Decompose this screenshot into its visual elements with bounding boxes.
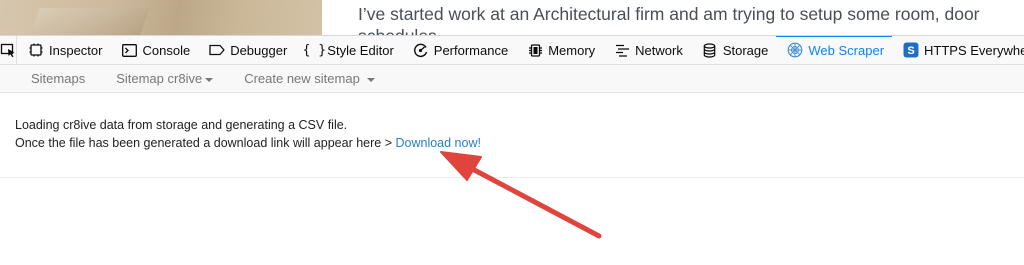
tab-console[interactable]: Console [110, 36, 198, 64]
tab-performance[interactable]: Performance [402, 36, 516, 64]
network-icon [614, 42, 630, 58]
nav-sitemaps[interactable]: Sitemaps [31, 71, 85, 86]
webpage-content: I’ve started work at an Architectural fi… [0, 0, 1024, 35]
download-now-link[interactable]: Download now! [395, 136, 480, 150]
tab-inspector[interactable]: Inspector [17, 36, 110, 64]
tab-storage-label: Storage [722, 42, 769, 58]
tab-web-scraper[interactable]: Web Scraper [776, 36, 892, 64]
style-editor-icon: { } [302, 42, 327, 58]
page-photo [0, 0, 322, 35]
svg-text:S: S [907, 45, 914, 57]
tab-web-scraper-label: Web Scraper [808, 42, 885, 58]
devtools-toolbar: Inspector Console Debugger { } Style Edi… [0, 35, 1024, 65]
tab-debugger-label: Debugger [230, 42, 288, 58]
export-status-message: Loading cr8ive data from storage and gen… [15, 116, 481, 152]
performance-icon [413, 42, 429, 58]
page-paragraph-continued: schedules [358, 26, 437, 35]
tab-network[interactable]: Network [603, 36, 691, 64]
nav-create-sitemap-label: Create new sitemap [244, 71, 360, 86]
nav-sitemap-dropdown[interactable]: Sitemap cr8ive [116, 71, 214, 86]
tab-style-editor-label: Style Editor [327, 42, 394, 58]
web-scraper-nav: Sitemaps Sitemap cr8ive Create new sitem… [0, 65, 1024, 93]
tab-inspector-label: Inspector [49, 42, 103, 58]
storage-icon [702, 42, 718, 58]
tab-style-editor[interactable]: { } Style Editor [295, 36, 401, 64]
chevron-down-icon [205, 77, 214, 82]
tab-memory-label: Memory [548, 42, 596, 58]
memory-icon [527, 42, 543, 58]
tab-debugger[interactable]: Debugger [198, 36, 295, 64]
status-line-2: Once the file has been generated a downl… [15, 134, 481, 152]
tab-console-label: Console [142, 42, 191, 58]
debugger-icon [209, 42, 225, 58]
console-icon [121, 42, 137, 58]
element-picker-button[interactable] [0, 36, 17, 64]
nav-sitemap-label: Sitemap cr8ive [116, 71, 203, 86]
chevron-down-icon [366, 77, 375, 82]
tab-performance-label: Performance [433, 42, 509, 58]
web-scraper-icon [787, 42, 803, 58]
tab-storage[interactable]: Storage [691, 36, 777, 64]
tab-memory[interactable]: Memory [516, 36, 603, 64]
page-paragraph: I’ve started work at an Architectural fi… [358, 4, 980, 24]
status-line-2-text: Once the file has been generated a downl… [15, 136, 392, 150]
https-everywhere-icon: S [903, 42, 919, 58]
tab-https-everywhere[interactable]: S HTTPS Everywhere [892, 36, 1024, 64]
element-picker-icon [0, 43, 15, 58]
tab-network-label: Network [635, 42, 683, 58]
inspector-icon [28, 42, 44, 58]
divider [0, 177, 1024, 178]
tab-https-everywhere-label: HTTPS Everywhere [924, 42, 1024, 58]
nav-create-sitemap-dropdown[interactable]: Create new sitemap [244, 71, 375, 86]
status-line-1: Loading cr8ive data from storage and gen… [15, 118, 348, 132]
